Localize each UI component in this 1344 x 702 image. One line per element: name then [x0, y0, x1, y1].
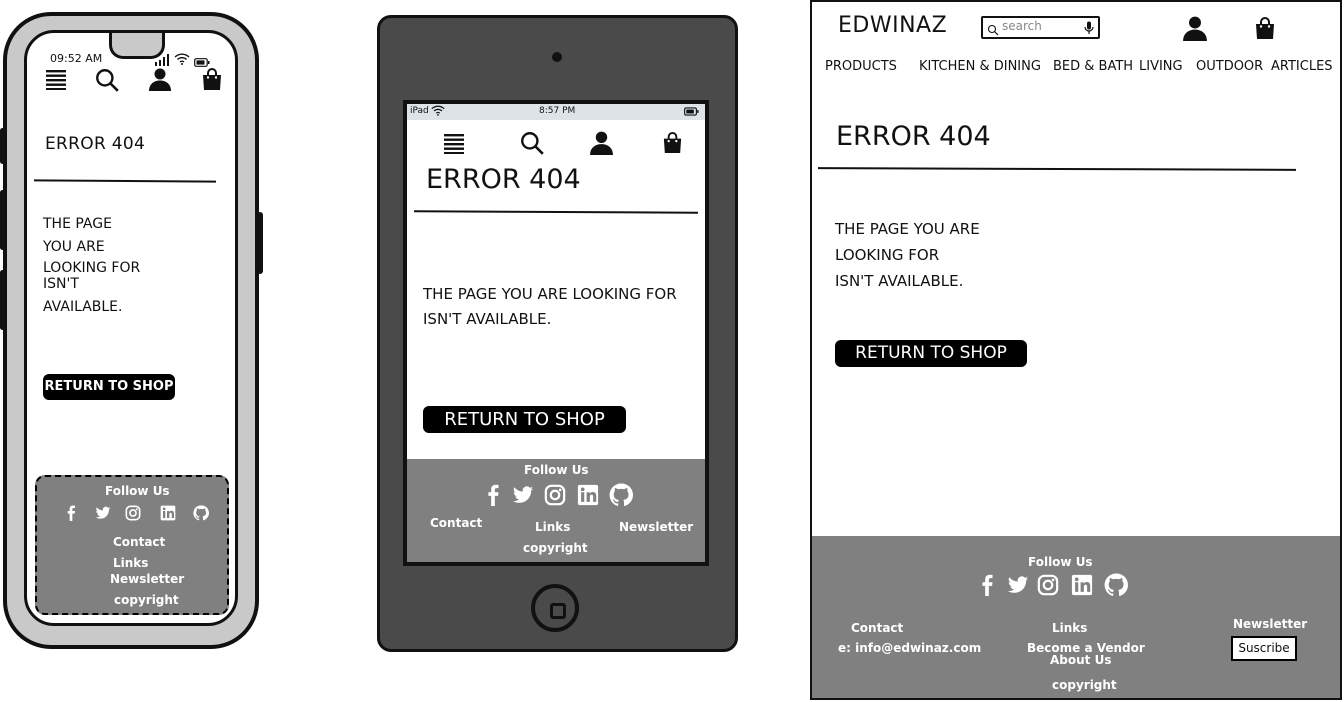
site-logo[interactable]: EDWINAZ: [838, 13, 947, 38]
phone-volume-button: [0, 128, 5, 164]
facebook-icon[interactable]: [63, 505, 79, 525]
return-to-shop-button[interactable]: RETURN TO SHOP: [423, 406, 626, 433]
search-placeholder: search: [1002, 19, 1042, 33]
status-device: iPad: [410, 106, 429, 116]
user-icon[interactable]: [1182, 15, 1208, 41]
footer-copyright: copyright: [1052, 678, 1117, 692]
error-message: THE PAGE YOU ARE LOOKING FOR ISN'T AVAIL…: [423, 282, 703, 332]
error-message: THE PAGE YOU ARE LOOKING FOR ISN'T AVAIL…: [43, 216, 173, 315]
message-line: LOOKING FOR: [43, 260, 141, 276]
status-time: 8:57 PM: [539, 106, 576, 116]
message-line: ISN'T AVAILABLE.: [835, 272, 964, 290]
linkedin-icon[interactable]: [160, 505, 176, 525]
microphone-icon[interactable]: [1084, 20, 1094, 39]
footer: Follow Us Contact e: info@edwinaz.com Li…: [812, 536, 1340, 698]
battery-icon: [684, 107, 699, 119]
return-to-shop-button[interactable]: RETURN TO SHOP: [835, 340, 1027, 367]
nav-living[interactable]: LIVING: [1139, 59, 1183, 74]
message-line: YOU ARE: [43, 239, 105, 255]
home-button-square: [550, 603, 566, 619]
wifi-icon: [174, 50, 190, 69]
footer-newsletter[interactable]: Newsletter: [619, 520, 693, 534]
search-icon[interactable]: [94, 67, 120, 93]
github-icon[interactable]: [1104, 573, 1128, 601]
user-icon[interactable]: [589, 130, 614, 155]
page-title: ERROR 404: [45, 134, 146, 154]
follow-us-label: Follow Us: [524, 463, 589, 477]
nav-outdoor[interactable]: OUTDOOR: [1196, 59, 1263, 74]
bag-icon[interactable]: [200, 66, 224, 92]
follow-us-label: Follow Us: [1028, 555, 1093, 569]
subscribe-button[interactable]: Suscribe: [1231, 636, 1297, 661]
nav-articles[interactable]: ARTICLES: [1271, 59, 1333, 74]
search-icon: [987, 21, 999, 40]
footer-contact: Contact: [851, 621, 904, 635]
error-message: THE PAGE YOU ARE LOOKING FOR ISN'T AVAIL…: [835, 216, 995, 294]
footer-links[interactable]: Links: [535, 520, 570, 534]
footer-copyright: copyright: [523, 541, 588, 555]
nav-bed-bath[interactable]: BED & BATH: [1053, 59, 1133, 74]
phone-power-button: [257, 212, 263, 274]
message-line: AVAILABLE.: [43, 299, 123, 315]
instagram-icon[interactable]: [544, 484, 566, 510]
search-icon[interactable]: [519, 130, 545, 156]
footer: Follow Us Contact Links Newsletter copyr…: [35, 475, 229, 615]
message-line: ISN'T AVAILABLE.: [423, 310, 552, 328]
footer-links[interactable]: Links: [113, 556, 148, 570]
phone-volume-button: [0, 270, 5, 330]
user-icon[interactable]: [148, 66, 172, 92]
wifi-icon: [431, 105, 445, 119]
twitter-icon[interactable]: [511, 484, 535, 510]
github-icon[interactable]: [193, 505, 209, 525]
instagram-icon[interactable]: [1037, 574, 1059, 600]
nav-kitchen-dining[interactable]: KITCHEN & DINING: [919, 59, 1041, 74]
footer-newsletter: Newsletter: [1233, 617, 1308, 631]
tablet-camera: [552, 52, 562, 62]
page-title: ERROR 404: [836, 121, 991, 152]
phone-volume-button: [0, 190, 5, 250]
bag-icon[interactable]: [661, 130, 684, 155]
message-line: LOOKING FOR: [835, 246, 940, 264]
instagram-icon[interactable]: [125, 505, 141, 525]
linkedin-icon[interactable]: [577, 484, 599, 510]
linkedin-icon[interactable]: [1071, 574, 1093, 600]
footer-links: Links: [1052, 621, 1088, 635]
menu-icon[interactable]: [442, 131, 466, 155]
facebook-icon[interactable]: [976, 573, 998, 601]
return-to-shop-button[interactable]: RETURN TO SHOP: [43, 374, 175, 400]
twitter-icon[interactable]: [95, 505, 111, 525]
footer-contact[interactable]: Contact: [430, 516, 482, 530]
tablet-status-bar: iPad 8:57 PM: [407, 104, 705, 120]
facebook-icon[interactable]: [482, 483, 504, 511]
nav-products[interactable]: PRODUCTS: [825, 59, 897, 74]
footer-copyright: copyright: [114, 593, 179, 607]
page-title: ERROR 404: [426, 164, 581, 195]
footer: Follow Us Contact Links Newsletter copyr…: [407, 459, 705, 562]
message-line: THE PAGE: [43, 216, 112, 232]
footer-contact[interactable]: Contact: [113, 535, 165, 549]
github-icon[interactable]: [609, 483, 633, 511]
follow-us-label: Follow Us: [105, 484, 170, 498]
menu-icon[interactable]: [44, 67, 68, 91]
twitter-icon[interactable]: [1006, 574, 1030, 600]
footer-contact-email[interactable]: e: info@edwinaz.com: [838, 641, 981, 655]
message-line: THE PAGE YOU ARE LOOKING FOR: [423, 285, 677, 303]
footer-about-us[interactable]: About Us: [1050, 653, 1111, 667]
phone-status-time: 09:52 AM: [50, 52, 103, 65]
bag-icon[interactable]: [1253, 15, 1277, 41]
message-line: THE PAGE YOU ARE: [835, 220, 980, 238]
footer-newsletter[interactable]: Newsletter: [110, 572, 184, 586]
message-line: ISN'T: [43, 276, 79, 292]
